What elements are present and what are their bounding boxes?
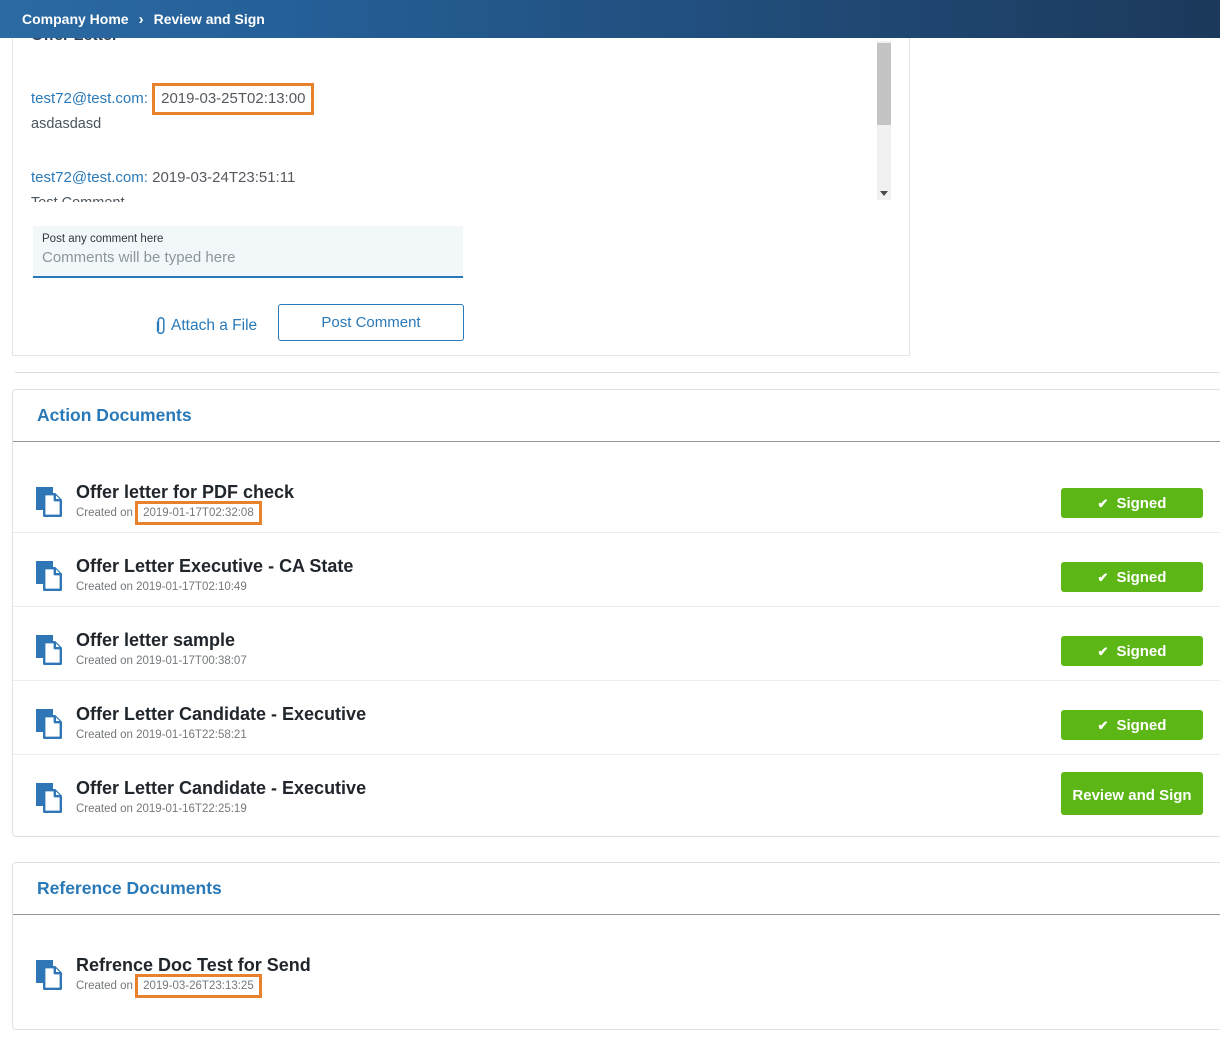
- comment-input[interactable]: [33, 245, 463, 266]
- created-prefix: Created on: [76, 803, 133, 815]
- post-comment-button[interactable]: Post Comment: [278, 304, 464, 341]
- created-prefix: Created on: [76, 507, 133, 519]
- comments-list: test72@test.com: 2019-03-25T02:13:00 asd…: [13, 38, 909, 202]
- document-title: Refrence Doc Test for Send: [76, 954, 1220, 976]
- action-documents-header: Action Documents: [13, 390, 1220, 442]
- created-date: 2019-01-16T22:58:21: [136, 729, 247, 741]
- comment-meta-line: test72@test.com: 2019-03-24T23:51:11: [31, 167, 909, 189]
- document-copy-icon: [34, 708, 64, 740]
- action-documents-title: Action Documents: [37, 405, 192, 426]
- document-created-line: Created on 2019-01-17T02:32:08: [76, 506, 1220, 520]
- document-row: Offer Letter Candidate - Executive Creat…: [13, 755, 1220, 815]
- check-icon: ✔: [1098, 645, 1109, 658]
- document-copy-icon: [34, 486, 64, 518]
- comments-scrollbar[interactable]: [877, 41, 891, 200]
- status-label: Signed: [1116, 643, 1166, 660]
- status-button[interactable]: Review and Sign: [1061, 772, 1203, 815]
- reference-documents-title: Reference Documents: [37, 878, 222, 899]
- document-copy-icon: [34, 560, 64, 592]
- status-label: Signed: [1116, 717, 1166, 734]
- document-title: Offer letter for PDF check: [76, 481, 1220, 503]
- status-button[interactable]: ✔ Signed: [1061, 636, 1203, 666]
- document-title: Offer Letter Candidate - Executive: [76, 777, 1220, 799]
- comment-input-label: Post any comment here: [33, 226, 463, 245]
- created-date: 2019-01-17T02:10:49: [136, 581, 247, 593]
- check-icon: ✔: [1098, 497, 1109, 510]
- document-title: Offer Letter Candidate - Executive: [76, 703, 1220, 725]
- created-prefix: Created on: [76, 655, 133, 667]
- comment-author-link[interactable]: test72@test.com:: [31, 90, 148, 107]
- comment-meta-line: test72@test.com: 2019-03-25T02:13:00: [31, 88, 909, 110]
- created-prefix: Created on: [76, 980, 133, 992]
- document-row: Offer letter sample Created on 2019-01-1…: [13, 607, 1220, 681]
- comment-timestamp: 2019-03-25T02:13:00: [152, 83, 314, 115]
- document-created-line: Created on 2019-01-16T22:58:21: [76, 728, 1220, 742]
- document-created-line: Created on 2019-01-17T02:10:49: [76, 580, 1220, 594]
- comment-author-link[interactable]: test72@test.com:: [31, 169, 148, 186]
- document-title: Offer letter sample: [76, 629, 1220, 651]
- scrollbar-thumb[interactable]: [877, 43, 891, 125]
- status-label: Review and Sign: [1072, 787, 1191, 804]
- document-copy-icon: [34, 959, 64, 991]
- document-created-line: Created on 2019-03-26T23:13:25: [76, 979, 1220, 993]
- scrollbar-down-arrow-icon[interactable]: [877, 186, 891, 200]
- comment-text: asdasdasd: [31, 114, 909, 134]
- attach-file-label: Attach a File: [171, 317, 257, 335]
- comment-input-box: Post any comment here: [33, 226, 463, 278]
- document-row: Offer Letter Executive - CA State Create…: [13, 533, 1220, 607]
- created-date: 2019-01-17T00:38:07: [136, 655, 247, 667]
- page: Company Home › Review and Sign Offer Let…: [0, 0, 1220, 1039]
- breadcrumb-company-home[interactable]: Company Home: [22, 11, 129, 27]
- status-label: Signed: [1116, 495, 1166, 512]
- document-created-line: Created on 2019-01-16T22:25:19: [76, 802, 1220, 815]
- breadcrumb-review-and-sign[interactable]: Review and Sign: [154, 11, 265, 27]
- document-created-line: Created on 2019-01-17T00:38:07: [76, 654, 1220, 668]
- status-label: Signed: [1116, 569, 1166, 586]
- comment-text: Test Comment: [31, 193, 909, 202]
- comments-panel: Offer Letter test72@test.com: 2019-03-25…: [12, 38, 910, 356]
- check-icon: ✔: [1098, 571, 1109, 584]
- chevron-right-icon: ›: [138, 11, 145, 28]
- status-button[interactable]: ✔ Signed: [1061, 710, 1203, 740]
- created-prefix: Created on: [76, 729, 133, 741]
- created-date: 2019-01-16T22:25:19: [136, 803, 247, 815]
- top-navigation-bar: Company Home › Review and Sign: [0, 0, 1220, 38]
- created-date: 2019-03-26T23:13:25: [135, 974, 262, 998]
- action-documents-card: Action Documents Offer letter for PDF ch…: [12, 389, 1220, 837]
- document-copy-icon: [34, 782, 64, 814]
- status-button[interactable]: ✔ Signed: [1061, 562, 1203, 592]
- section-divider: [15, 372, 1220, 373]
- status-button[interactable]: ✔ Signed: [1061, 488, 1203, 518]
- paperclip-icon: [154, 316, 167, 336]
- check-icon: ✔: [1098, 719, 1109, 732]
- comments-scroll-area: test72@test.com: 2019-03-25T02:13:00 asd…: [13, 38, 909, 202]
- comment-timestamp: 2019-03-24T23:51:11: [152, 169, 295, 186]
- document-title: Offer Letter Executive - CA State: [76, 555, 1220, 577]
- action-documents-list: Offer letter for PDF check Created on 20…: [13, 442, 1220, 815]
- document-copy-icon: [34, 634, 64, 666]
- comment-item: test72@test.com: 2019-03-24T23:51:11 Tes…: [31, 167, 909, 202]
- document-row: Refrence Doc Test for Send Created on 20…: [13, 932, 1220, 1006]
- attach-file-link[interactable]: Attach a File: [154, 316, 257, 336]
- reference-documents-list: Refrence Doc Test for Send Created on 20…: [13, 915, 1220, 1013]
- reference-documents-header: Reference Documents: [13, 863, 1220, 915]
- document-row: Offer Letter Candidate - Executive Creat…: [13, 681, 1220, 755]
- reference-documents-card: Reference Documents Refrence Doc Test fo…: [12, 862, 1220, 1030]
- created-prefix: Created on: [76, 581, 133, 593]
- comment-item: test72@test.com: 2019-03-25T02:13:00 asd…: [31, 88, 909, 134]
- document-row: Offer letter for PDF check Created on 20…: [13, 459, 1220, 533]
- created-date: 2019-01-17T02:32:08: [135, 501, 262, 525]
